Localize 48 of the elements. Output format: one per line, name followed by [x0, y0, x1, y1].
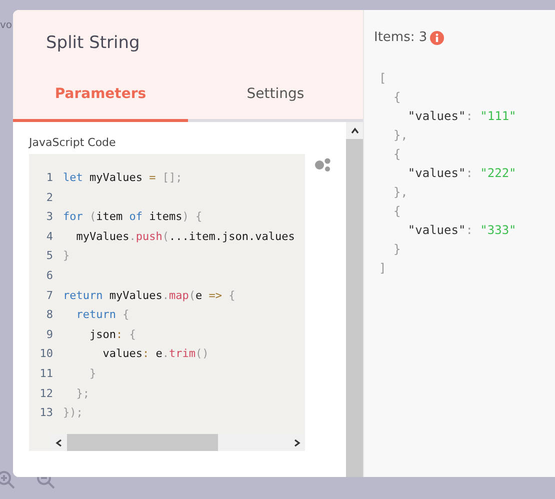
canvas-text: vo: [0, 20, 12, 31]
node-title: Split String: [45, 32, 141, 55]
code-line: values: e.trim(): [102, 346, 209, 362]
line-number: 11: [38, 366, 54, 382]
items-count: Items: 3: [374, 30, 428, 45]
code-line: return myValues.map(e => {: [63, 288, 236, 304]
code-line: return {: [75, 307, 130, 324]
json-line: "values": "111": [406, 108, 518, 125]
code-line: };: [75, 386, 90, 402]
info-icon[interactable]: [430, 30, 444, 44]
json-line: {: [392, 89, 402, 106]
code-line: let myValues = [];: [63, 170, 182, 186]
code-line: });: [63, 405, 83, 422]
vertical-scrollbar[interactable]: [346, 122, 363, 477]
line-number: 1: [45, 170, 54, 186]
json-line: ]: [379, 260, 388, 277]
code-line: }: [63, 248, 70, 264]
caret-right-icon: [292, 438, 300, 446]
json-line: "values": "222": [406, 165, 518, 182]
zoom-in-icon[interactable]: [0, 470, 16, 490]
code-line: myValues.push(...item.json.values: [75, 228, 295, 245]
json-line: {: [392, 146, 402, 163]
json-line: [: [379, 70, 388, 87]
line-number: 7: [45, 288, 54, 304]
field-label: JavaScript Code: [29, 136, 117, 149]
line-number: 10: [38, 346, 54, 362]
line-number: 2: [45, 190, 54, 206]
line-number: 9: [45, 326, 54, 343]
code-line: for (item of items) {: [63, 209, 202, 226]
json-line: "values": "333": [406, 222, 518, 239]
caret-up-icon: [350, 126, 358, 134]
scrollbar-thumb[interactable]: [67, 434, 218, 451]
line-number: 6: [45, 268, 54, 284]
line-number: 8: [45, 307, 54, 324]
code-line: }: [88, 366, 96, 382]
line-number: 5: [45, 248, 54, 264]
line-number: 3: [45, 209, 54, 226]
code-line: json: {: [88, 326, 136, 343]
json-line: },: [392, 127, 409, 144]
line-number: 12: [38, 386, 54, 402]
line-number: 4: [45, 228, 54, 245]
code-editor[interactable]: 1 let myValues = []; 2 3 for (item of items) { 4 myValues.push(...item.json.values 5 } 6 7 return myValues.map(e => { 8 return { 9 json: { 10 values: e.trim() 11 } 12 }; 13 });: [29, 154, 305, 451]
caret-left-icon: [54, 438, 62, 446]
json-line: {: [392, 203, 402, 220]
json-line: }: [392, 241, 402, 258]
line-number: 13: [38, 405, 54, 422]
scroll-up-button[interactable]: [346, 122, 363, 139]
json-line: },: [392, 184, 409, 201]
